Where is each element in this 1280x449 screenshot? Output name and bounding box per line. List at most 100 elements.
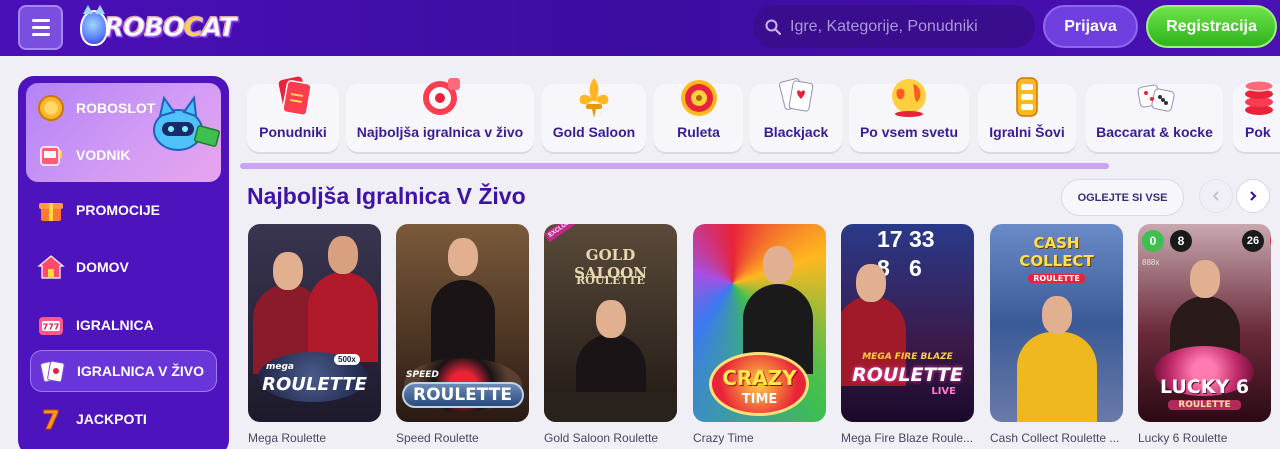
category-chip-gold-saloon[interactable]: Gold Saloon — [542, 78, 646, 152]
category-chip-live-casino[interactable]: Najboljša igralnica v živo — [346, 78, 534, 152]
chevron-left-icon — [1212, 191, 1219, 201]
number-board: 17 33 86 — [877, 226, 939, 282]
game-brand: LUCKY 6 — [1159, 376, 1250, 398]
game-tile-crazy-time[interactable]: CRAZY TIME — [693, 224, 826, 422]
sidebar-item-label: DOMOV — [76, 259, 129, 275]
category-chip-baccarat-kocke[interactable]: Baccarat & kocke — [1086, 84, 1223, 152]
dice-icon — [1137, 84, 1175, 112]
game-tile-mega-fire-blaze-roulette[interactable]: 17 33 86 MEGA FIRE BLAZE ROULETTE LIVE — [841, 224, 974, 422]
carousel-next-button[interactable] — [1236, 179, 1270, 213]
logo-text-part: ROBO — [103, 13, 185, 44]
sidebar-item-roboslot[interactable]: ROBOSLOT — [30, 87, 217, 129]
sidebar-item-label: IGRALNICA — [76, 317, 154, 333]
slot-777-icon: 777 — [36, 310, 66, 340]
game-brand-top: ROULETTE — [1168, 400, 1241, 410]
providers-cards-icon — [278, 76, 312, 116]
game-brand: CASH COLLECT — [1019, 234, 1094, 270]
game-brand-top: TIME — [741, 392, 778, 407]
game-brand-top: ROULETTE — [1028, 274, 1085, 283]
jackpot-seven-icon: 7 — [36, 404, 66, 434]
sidebar-item-igralnica[interactable]: 777 IGRALNICA — [30, 304, 217, 346]
carousel-prev-button[interactable] — [1199, 179, 1233, 213]
game-title[interactable]: Crazy Time — [693, 431, 826, 445]
live-label: LIVE — [931, 386, 956, 397]
game-tile-speed-roulette[interactable]: SPEED ROULETTE — [396, 224, 529, 422]
board-number: 17 — [877, 226, 903, 252]
sidebar-item-domov[interactable]: DOMOV — [30, 246, 217, 288]
register-button[interactable]: Registracija — [1146, 5, 1277, 48]
dealer-figure — [328, 236, 358, 274]
game-brand-top: ROULETTE — [576, 274, 645, 287]
game-brand-top: MEGA FIRE BLAZE — [862, 352, 953, 362]
category-strip: Ponudniki Najboljša igralnica v živo Gol… — [240, 70, 1280, 156]
multiplier-label: 888x — [1142, 258, 1160, 267]
menu-line — [31, 33, 50, 36]
game-title[interactable]: Lucky 6 Roulette — [1138, 431, 1271, 445]
cat-mascot-icon — [80, 5, 108, 46]
dealer-figure — [595, 300, 626, 338]
category-label: Igralni Šovi — [989, 124, 1065, 140]
category-chip-ponudniki[interactable]: Ponudniki — [247, 76, 339, 152]
game-title[interactable]: Mega Fire Blaze Roule... — [841, 431, 974, 445]
game-title[interactable]: Speed Roulette — [396, 431, 529, 445]
game-show-icon — [1016, 77, 1038, 117]
sidebar-item-vodnik[interactable]: VODNIK — [30, 134, 217, 176]
dealer-figure — [1016, 332, 1097, 422]
game-tile-mega-roulette[interactable]: 500x mega ROULETTE — [248, 224, 381, 422]
game-title[interactable]: Mega Roulette — [248, 431, 381, 445]
search-input[interactable] — [790, 17, 1020, 36]
sidebar-item-jackpoti[interactable]: 7 JACKPOTI — [30, 398, 217, 440]
sidebar-item-igralnica-v-zivo[interactable]: IGRALNICA V ŽIVO — [30, 350, 217, 392]
dealer-figure — [763, 246, 793, 284]
category-label: Ponudniki — [259, 124, 327, 140]
exclusive-badge: EXCLUSIVE — [544, 224, 583, 243]
top-bar: ROBOCAT Prijava Registracija — [0, 0, 1280, 56]
number-board: 0 8 26 21 — [1142, 230, 1271, 252]
see-all-button[interactable]: OGLEJTE SI VSE — [1061, 179, 1184, 216]
sidebar-item-label: VODNIK — [76, 147, 131, 163]
game-tile-cash-collect-roulette[interactable]: CASH COLLECT ROULETTE — [990, 224, 1123, 422]
game-brand-top: mega — [266, 362, 294, 372]
game-brand: ROULETTE — [852, 364, 963, 386]
game-tile-gold-saloon-roulette[interactable]: EXCLUSIVE GOLD SALOON ROULETTE — [544, 224, 677, 422]
category-scrollbar[interactable] — [240, 163, 1109, 169]
logo-text-part: T — [218, 13, 237, 44]
gift-icon — [36, 195, 66, 225]
roulette-wheel-icon — [680, 80, 717, 116]
category-chip-blackjack[interactable]: Blackjack — [750, 78, 842, 152]
slot-machine-icon — [36, 140, 66, 170]
playing-cards-icon — [779, 78, 814, 112]
category-chip-poker[interactable]: Pok — [1233, 80, 1280, 152]
game-brand: ROULETTE — [413, 385, 512, 405]
category-chip-igralni-sovi[interactable]: Igralni Šovi — [978, 77, 1076, 152]
category-label: Baccarat & kocke — [1096, 124, 1213, 140]
board-number: 21 — [1270, 230, 1271, 252]
search-bar[interactable] — [753, 5, 1035, 48]
board-number: 6 — [909, 255, 922, 281]
chevron-right-icon — [1250, 191, 1257, 201]
sidebar-item-label: ROBOSLOT — [76, 100, 156, 116]
game-tile-lucky-6-roulette[interactable]: 0 8 26 21 888x LUCKY 6 ROULETTE — [1138, 224, 1271, 422]
category-chip-po-vsem-svetu[interactable]: Po vsem svetu — [849, 79, 969, 152]
logo-text-part: A — [202, 13, 221, 44]
sidebar-item-label: PROMOCIJE — [76, 202, 161, 218]
dealer-figure — [856, 264, 886, 302]
dealer-figure — [1189, 260, 1220, 298]
table-graphic — [544, 392, 677, 422]
hamburger-menu-button[interactable] — [18, 5, 63, 50]
sidebar-item-promocije[interactable]: PROMOCIJE — [30, 189, 217, 231]
fleur-de-lis-icon — [579, 78, 609, 118]
dealer-figure — [308, 272, 378, 362]
category-chip-ruleta[interactable]: Ruleta — [654, 80, 743, 152]
robocat-logo[interactable]: ROBOCAT — [80, 5, 237, 49]
category-label: Blackjack — [763, 124, 829, 140]
game-title[interactable]: Cash Collect Roulette ... — [990, 431, 1123, 445]
search-icon — [765, 19, 781, 35]
logo-text: ROBOCAT — [103, 13, 237, 44]
globe-icon — [892, 79, 926, 117]
game-brand: ROULETTE — [262, 374, 367, 395]
game-title[interactable]: Gold Saloon Roulette — [544, 431, 677, 445]
login-button[interactable]: Prijava — [1043, 5, 1138, 48]
dealer-figure — [430, 280, 495, 370]
board-number: 0 — [1142, 230, 1164, 252]
